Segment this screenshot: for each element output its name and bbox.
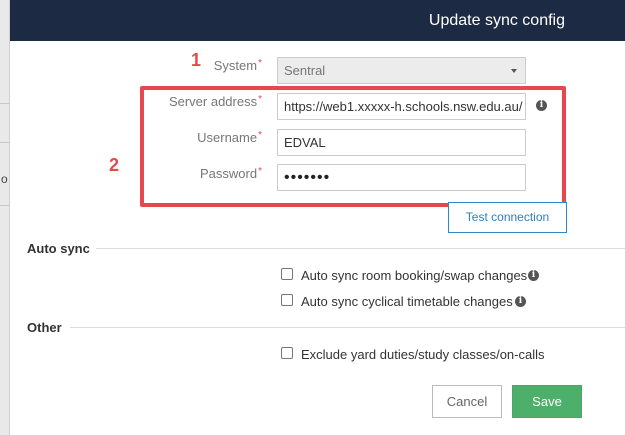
auto-sync-room-booking-checkbox[interactable] — [281, 268, 293, 280]
auto-sync-cyclical-timetable-checkbox[interactable] — [281, 294, 293, 306]
required-mark: * — [258, 166, 262, 177]
dialog-title: Update sync config — [428, 12, 565, 29]
exclude-yard-duties-label: Exclude yard duties/study classes/on-cal… — [301, 347, 545, 362]
system-label-text: System — [213, 58, 258, 73]
username-value: EDVAL — [284, 135, 326, 150]
section-divider — [70, 327, 625, 328]
username-label: Username* — [150, 130, 262, 145]
section-divider — [96, 248, 625, 249]
info-icon[interactable]: i — [528, 270, 539, 281]
background-window: o — [0, 0, 10, 435]
divider — [0, 205, 10, 206]
sync-config-dialog: Update sync config 1 System* Sentral 2 S… — [10, 0, 625, 435]
system-select[interactable]: Sentral — [277, 57, 526, 84]
required-mark: * — [258, 130, 262, 141]
chevron-down-icon — [511, 69, 517, 73]
required-mark: * — [258, 94, 262, 105]
divider — [0, 142, 10, 143]
server-address-value: https://web1.xxxxx-h.schools.nsw.edu.au/ — [284, 99, 523, 114]
password-input[interactable]: ••••••• — [277, 164, 526, 191]
auto-sync-cyclical-timetable-label: Auto sync cyclical timetable changes — [301, 294, 513, 309]
info-icon[interactable]: i — [536, 100, 547, 111]
password-label-text: Password — [200, 166, 258, 181]
auto-sync-room-booking-label: Auto sync room booking/swap changes — [301, 268, 528, 283]
server-address-label-text: Server address — [168, 94, 258, 109]
info-icon[interactable]: i — [515, 296, 526, 307]
username-input[interactable]: EDVAL — [277, 129, 526, 156]
divider — [0, 103, 10, 104]
save-button[interactable]: Save — [512, 385, 582, 418]
exclude-yard-duties-checkbox[interactable] — [281, 347, 293, 359]
required-mark: * — [258, 58, 262, 69]
username-label-text: Username — [197, 130, 258, 145]
cancel-button[interactable]: Cancel — [432, 385, 502, 418]
password-label: Password* — [150, 166, 262, 181]
password-value: ••••••• — [284, 169, 331, 186]
background-text: o — [1, 172, 8, 186]
auto-sync-section-title: Auto sync — [27, 241, 90, 256]
system-select-value: Sentral — [284, 63, 326, 78]
other-section-title: Other — [27, 320, 62, 335]
annotation-marker-2: 2 — [109, 155, 120, 175]
server-address-label: Server address* — [150, 94, 262, 109]
system-label: System* — [140, 58, 262, 73]
dialog-header: Update sync config — [10, 0, 625, 41]
test-connection-button[interactable]: Test connection — [448, 202, 567, 233]
server-address-input[interactable]: https://web1.xxxxx-h.schools.nsw.edu.au/ — [277, 93, 526, 120]
